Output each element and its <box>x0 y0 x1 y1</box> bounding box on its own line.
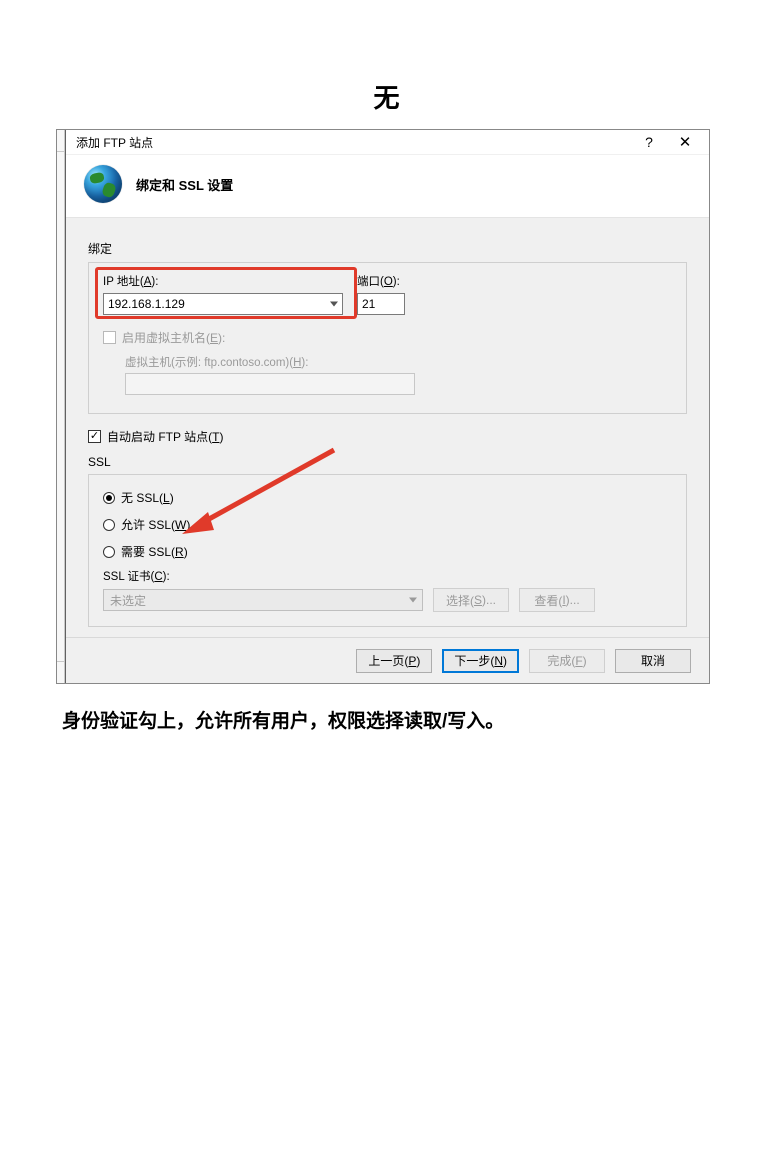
ssl-require-radio[interactable]: 需要 SSL(R) <box>103 543 672 560</box>
binding-group: IP 地址(A): 192.168.1.129 端口(O): 21 <box>88 262 687 414</box>
ssl-cert-select-button: 选择(S)... <box>433 588 509 612</box>
prev-button[interactable]: 上一页(P) <box>356 649 432 673</box>
ip-address-label: IP 地址(A): <box>103 273 343 289</box>
cancel-button[interactable]: 取消 <box>615 649 691 673</box>
checkbox-icon <box>103 331 116 344</box>
ssl-group: 无 SSL(L) 允许 SSL(W) 需要 SSL(R) SSL 证 <box>88 474 687 627</box>
screenshot-frame: 添加 FTP 站点 ? ✕ 绑定和 SSL 设置 绑定 IP 地址(A): <box>56 129 710 684</box>
dialog-header: 绑定和 SSL 设置 <box>66 155 709 217</box>
ssl-cert-value: 未选定 <box>110 592 146 609</box>
virtual-host-input <box>125 373 415 395</box>
radio-icon <box>103 519 115 531</box>
radio-icon <box>103 492 115 504</box>
dialog-title: 添加 FTP 站点 <box>76 134 153 151</box>
port-label: 端口(O): <box>357 273 405 289</box>
chevron-down-icon <box>409 598 417 603</box>
close-button[interactable]: ✕ <box>667 130 703 154</box>
ssl-allow-radio[interactable]: 允许 SSL(W) <box>103 516 672 533</box>
ssl-require-label: 需要 SSL(R) <box>121 543 188 560</box>
chevron-down-icon <box>330 302 338 307</box>
enable-virtual-host-label: 启用虚拟主机名(E): <box>122 329 225 346</box>
finish-button: 完成(F) <box>529 649 605 673</box>
ip-address-combo[interactable]: 192.168.1.129 <box>103 293 343 315</box>
globe-icon <box>84 165 122 203</box>
help-button[interactable]: ? <box>631 130 667 154</box>
virtual-host-example-label: 虚拟主机(示例: ftp.contoso.com)(H): <box>125 354 672 370</box>
port-input[interactable]: 21 <box>357 293 405 315</box>
ssl-cert-label: SSL 证书(C): <box>103 568 672 584</box>
instruction-caption: 身份验证勾上，允许所有用户，权限选择读取/写入。 <box>62 706 773 733</box>
autostart-ftp-label: 自动启动 FTP 站点(T) <box>107 428 223 445</box>
binding-group-label: 绑定 <box>88 240 687 257</box>
dialog-titlebar: 添加 FTP 站点 ? ✕ <box>66 130 709 155</box>
enable-virtual-host-checkbox[interactable]: 启用虚拟主机名(E): <box>103 329 672 346</box>
ssl-group-label: SSL <box>88 455 687 469</box>
background-window-sliver <box>57 130 65 683</box>
port-value: 21 <box>362 297 375 311</box>
dialog-body: 绑定 IP 地址(A): 192.168.1.129 <box>66 217 709 637</box>
ssl-none-radio[interactable]: 无 SSL(L) <box>103 489 672 506</box>
dialog-footer: 上一页(P) 下一步(N) 完成(F) 取消 <box>66 637 709 683</box>
ssl-cert-view-button: 查看(I)... <box>519 588 595 612</box>
checkbox-icon: ✓ <box>88 430 101 443</box>
ssl-allow-label: 允许 SSL(W) <box>121 516 190 533</box>
ftp-wizard-dialog: 添加 FTP 站点 ? ✕ 绑定和 SSL 设置 绑定 IP 地址(A): <box>65 130 709 683</box>
autostart-ftp-checkbox[interactable]: ✓ 自动启动 FTP 站点(T) <box>88 428 687 445</box>
ssl-cert-combo: 未选定 <box>103 589 423 611</box>
page-heading: 无 <box>0 78 773 115</box>
radio-icon <box>103 546 115 558</box>
next-button[interactable]: 下一步(N) <box>442 649 519 673</box>
dialog-header-title: 绑定和 SSL 设置 <box>136 175 233 194</box>
ssl-none-label: 无 SSL(L) <box>121 489 174 506</box>
ip-address-value: 192.168.1.129 <box>108 297 185 311</box>
